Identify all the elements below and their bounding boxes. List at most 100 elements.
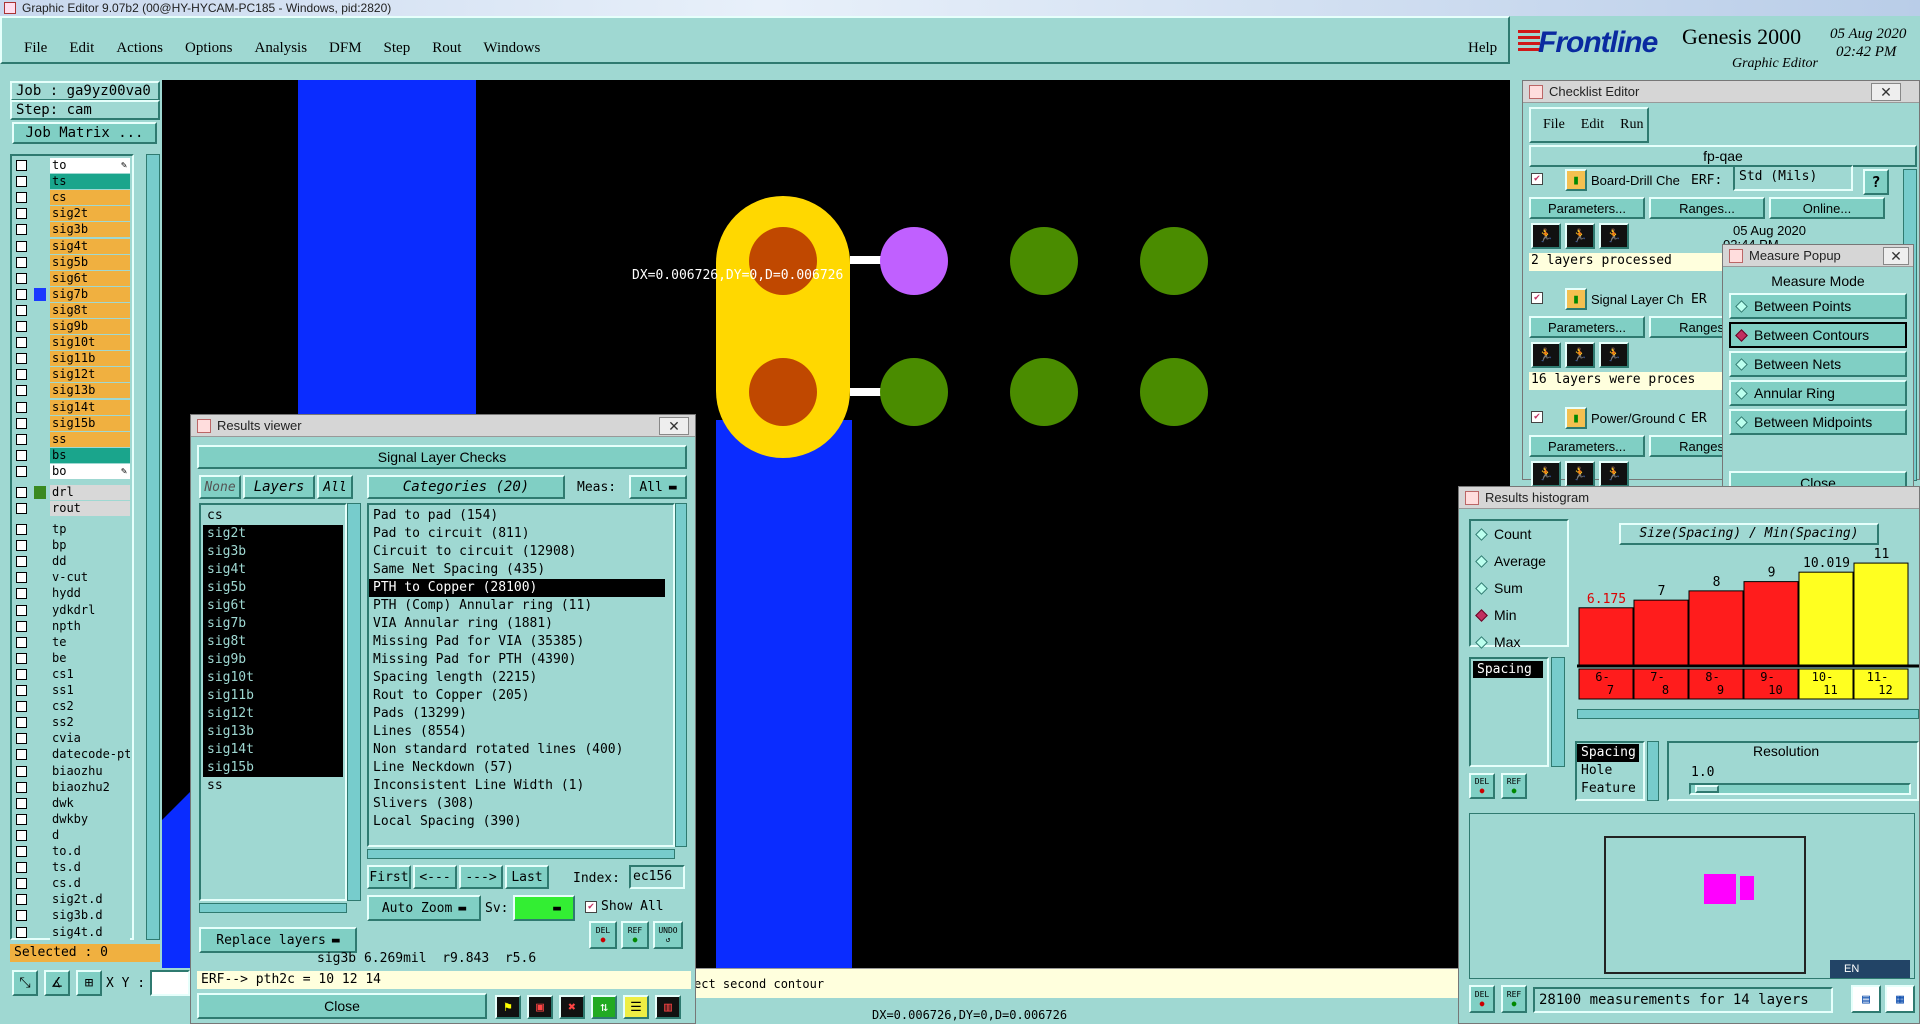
- layer-checkbox[interactable]: [16, 524, 27, 535]
- layer-checkbox[interactable]: [16, 487, 27, 498]
- histogram-del-button[interactable]: DEL ●: [1469, 773, 1495, 799]
- layer-checkbox[interactable]: [16, 353, 27, 365]
- rv-none-button[interactable]: None: [199, 475, 241, 499]
- layer-checkbox[interactable]: [16, 556, 27, 568]
- layer-checkbox[interactable]: [16, 813, 27, 825]
- layer-row-sig14t[interactable]: sig14t: [12, 399, 132, 415]
- histogram-bar[interactable]: [1853, 562, 1909, 666]
- rv-toolbar-flag-icon[interactable]: ⚑: [495, 995, 521, 1019]
- run-icon[interactable]: 🏃: [1565, 461, 1595, 487]
- histogram-type-scrollbar[interactable]: [1647, 741, 1659, 801]
- rv-category-item[interactable]: Pads (13299): [369, 705, 665, 723]
- layer-checkbox[interactable]: [16, 433, 27, 445]
- layer-checkbox[interactable]: [16, 733, 27, 745]
- layer-checkbox[interactable]: [16, 652, 27, 664]
- layer-row-sig10t[interactable]: sig10t: [12, 335, 132, 351]
- rv-ref-button[interactable]: REF ●: [621, 921, 649, 949]
- run-icon[interactable]: 🏃: [1531, 223, 1561, 249]
- rv-category-item[interactable]: PTH to Copper (28100): [369, 579, 665, 597]
- menu-analysis[interactable]: Analysis: [255, 40, 308, 56]
- histogram-mode-min[interactable]: Min: [1471, 604, 1517, 626]
- rv-undo-button[interactable]: UNDO ↺: [653, 921, 683, 949]
- layer-row-to[interactable]: to ✎: [12, 158, 132, 173]
- rv-layer-hscroll[interactable]: [199, 903, 347, 913]
- layer-checkbox[interactable]: [16, 588, 27, 600]
- layer-row-hydd[interactable]: hydd: [12, 586, 132, 602]
- layer-checkbox[interactable]: [16, 321, 27, 332]
- run-icon[interactable]: 🏃: [1565, 342, 1595, 368]
- layer-row-ts.d[interactable]: ts.d: [12, 860, 132, 876]
- layer-checkbox[interactable]: [16, 685, 27, 696]
- layer-row-ts[interactable]: ts: [12, 174, 132, 190]
- layer-row-cs2[interactable]: cs2: [12, 699, 132, 715]
- rv-all-button[interactable]: All: [317, 475, 353, 499]
- layer-checkbox[interactable]: [16, 208, 27, 220]
- rv-category-item[interactable]: Same Net Spacing (435): [369, 561, 665, 579]
- layer-checkbox[interactable]: [16, 797, 27, 809]
- results-viewer-close-icon[interactable]: ✕: [659, 417, 689, 435]
- layer-checkbox[interactable]: [16, 176, 27, 188]
- run-icon[interactable]: 🏃: [1599, 461, 1629, 487]
- job-matrix-button[interactable]: Job Matrix ...: [12, 122, 157, 144]
- menu-rout[interactable]: Rout: [432, 40, 461, 56]
- layer-row-drl[interactable]: drl: [12, 485, 132, 500]
- histogram-mode-max[interactable]: Max: [1471, 631, 1520, 653]
- run-icon[interactable]: 🏃: [1599, 342, 1629, 368]
- histogram-mode-count[interactable]: Count: [1471, 523, 1531, 545]
- histogram-footer-ref-button[interactable]: REF ●: [1501, 985, 1527, 1013]
- rv-category-item[interactable]: Lines (8554): [369, 723, 665, 741]
- rv-meas-select[interactable]: All ▬: [629, 475, 687, 499]
- layer-row-te[interactable]: te: [12, 634, 132, 650]
- histogram-type-item[interactable]: Hole: [1577, 762, 1639, 780]
- measure-mode-between-nets[interactable]: Between Nets: [1729, 351, 1907, 377]
- layer-row-cvia[interactable]: cvia: [12, 731, 132, 747]
- rv-category-item[interactable]: Rout to Copper (205): [369, 687, 665, 705]
- rv-categories-button[interactable]: Categories (20): [367, 475, 565, 499]
- layer-checkbox[interactable]: [16, 192, 27, 204]
- layer-checkbox[interactable]: [16, 417, 27, 429]
- measure-mode-annular-ring[interactable]: Annular Ring: [1729, 380, 1907, 406]
- run-icon[interactable]: 🏃: [1531, 342, 1561, 368]
- rv-layer-list[interactable]: cs sig2t sig3b sig4t sig5b sig6t sig7b sig8t sig…: [199, 503, 347, 901]
- histogram-chart-icon[interactable]: ▤: [1851, 985, 1881, 1013]
- rv-layer-item[interactable]: sig10t: [203, 669, 343, 687]
- layer-row-sig12t[interactable]: sig12t: [12, 367, 132, 383]
- histogram-type-item[interactable]: Feature: [1577, 780, 1639, 798]
- layer-row-to.d[interactable]: to.d: [12, 844, 132, 859]
- measure-mode-between-midpoints[interactable]: Between Midpoints: [1729, 409, 1907, 435]
- run-icon[interactable]: 🏃: [1565, 223, 1595, 249]
- layer-row-sig4t.d[interactable]: sig4t.d: [12, 924, 132, 940]
- layer-checkbox[interactable]: [16, 337, 27, 349]
- layer-row-datecode-pte[interactable]: datecode-pte: [12, 747, 132, 763]
- checklist-close-icon[interactable]: ✕: [1871, 83, 1901, 101]
- tool-arrow-icon[interactable]: ⤡: [12, 970, 38, 996]
- rv-layer-item[interactable]: sig3b: [203, 543, 343, 561]
- rv-category-item[interactable]: Spacing length (2215): [369, 669, 665, 687]
- layer-row-d[interactable]: d: [12, 827, 132, 843]
- layer-row-sig11b[interactable]: sig11b: [12, 351, 132, 367]
- checklist-online-button[interactable]: Online...: [1769, 197, 1885, 219]
- layer-row-ss[interactable]: ss: [12, 431, 132, 447]
- layer-checkbox[interactable]: [16, 668, 27, 680]
- histogram-mode-sum[interactable]: Sum: [1471, 577, 1523, 599]
- rv-category-list[interactable]: Pad to pad (154) Pad to circuit (811) Circ…: [367, 503, 675, 847]
- rv-category-item[interactable]: Missing Pad for PTH (4390): [369, 651, 665, 669]
- rv-layer-scrollbar[interactable]: [347, 503, 361, 901]
- help-icon[interactable]: ?: [1863, 169, 1889, 195]
- rv-layer-item[interactable]: sig5b: [203, 579, 343, 597]
- menu-windows[interactable]: Windows: [483, 40, 540, 56]
- layer-checkbox[interactable]: [16, 926, 27, 938]
- layer-row-dwk[interactable]: dwk: [12, 795, 132, 811]
- histogram-bar[interactable]: [1633, 599, 1689, 666]
- histogram-measure-list[interactable]: Spacing: [1469, 657, 1549, 767]
- layer-row-cs[interactable]: cs: [12, 190, 132, 206]
- rv-category-hscroll[interactable]: [367, 849, 675, 859]
- histogram-type-item[interactable]: Spacing: [1577, 744, 1639, 762]
- rv-nav-first-button[interactable]: First: [367, 865, 411, 889]
- layer-checkbox[interactable]: [16, 636, 27, 648]
- layer-row-sig7b[interactable]: sig7b: [12, 286, 132, 302]
- checklist-erf-select[interactable]: Std (Mils): [1733, 165, 1853, 191]
- layer-checkbox[interactable]: [16, 224, 27, 236]
- layer-checkbox[interactable]: [16, 894, 27, 906]
- histogram-ref-button[interactable]: REF ●: [1501, 773, 1527, 799]
